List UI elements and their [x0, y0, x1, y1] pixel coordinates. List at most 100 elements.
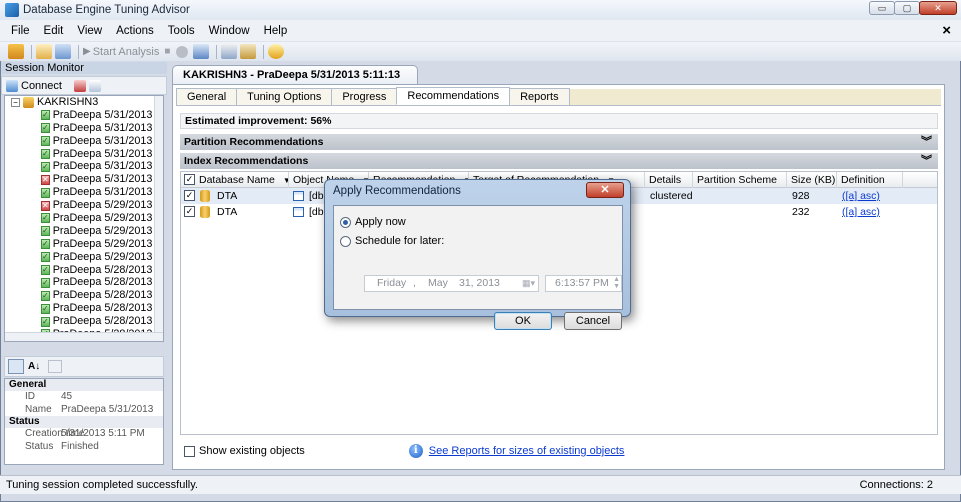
reports-link[interactable]: See Reports for sizes of existing object… [429, 445, 625, 457]
tab-general[interactable]: General [176, 88, 238, 105]
mdi-close-icon[interactable]: × [942, 20, 951, 42]
time-picker[interactable]: 6:13:57 PM ▲ ▼ [545, 275, 622, 292]
connect-icon[interactable] [6, 79, 18, 92]
collapse-icon[interactable]: − [11, 97, 20, 107]
minimize-button[interactable]: ▭ [869, 1, 895, 15]
refresh-icon[interactable] [88, 79, 101, 92]
tree-horizontal-scrollbar[interactable] [5, 332, 163, 341]
row-checkbox[interactable]: ✓ [184, 206, 195, 217]
column-header[interactable]: Partition Scheme [693, 172, 787, 188]
session-item[interactable]: ✓PraDeepa 5/28/2013 1:2 [5, 315, 163, 328]
menu-view[interactable]: View [70, 20, 109, 42]
column-header[interactable]: Size (KB) [787, 172, 837, 188]
tab-tuning-options[interactable]: Tuning Options [236, 88, 333, 105]
menu-tools[interactable]: Tools [161, 20, 202, 42]
time-spinner-icon[interactable]: ▲ ▼ [613, 276, 620, 290]
session-label: PraDeepa 5/29/2013 5:5 [52, 199, 164, 212]
session-label: PraDeepa 5/29/2013 1:0 [52, 250, 164, 263]
start-analysis-icon[interactable]: ▶ [83, 46, 91, 57]
schedule-option[interactable]: Schedule for later: [340, 235, 444, 247]
session-complete-icon: ✓ [41, 161, 50, 172]
menu-help[interactable]: Help [257, 20, 295, 42]
session-item[interactable]: ✓ PraDeepa 5/31/2013 12 [5, 148, 163, 161]
close-icon: ✕ [600, 184, 610, 196]
menu-file[interactable]: File [4, 20, 37, 42]
calendar-dropdown-icon[interactable]: ▦▾ [522, 276, 535, 291]
date-picker[interactable]: Friday , May 31, 2013 ▦▾ [364, 275, 539, 292]
definition-link[interactable]: ([a] asc) [842, 188, 880, 204]
session-item[interactable]: ✓ PraDeepa 5/29/2013 1:3 [5, 238, 163, 251]
dialog-close-button[interactable]: ✕ [586, 182, 624, 198]
session-complete-icon: ✓ [41, 110, 50, 121]
session-document-tab[interactable]: KAKRISHN3 - PraDeepa 5/31/2013 5:11:13 P… [172, 65, 418, 100]
column-header-label: Partition Scheme [697, 174, 777, 186]
category-status[interactable]: Status [5, 416, 163, 428]
start-analysis-button[interactable]: Start Analysis [93, 46, 160, 58]
session-item[interactable]: ✓ PraDeepa 5/31/2013 4:5 [5, 122, 163, 135]
show-existing-label[interactable]: Show existing objects [199, 445, 305, 457]
connect-button[interactable]: Connect [21, 80, 62, 92]
menu-edit[interactable]: Edit [37, 20, 71, 42]
cancel-button[interactable]: Cancel [564, 312, 622, 330]
bottom-options: Show existing objects i See Reports for … [180, 442, 938, 460]
apply-now-option[interactable]: Apply now [340, 216, 406, 228]
session-item[interactable]: ✓ PraDeepa 5/28/2013 3: [5, 302, 163, 315]
column-header[interactable]: Database Name▼ [195, 172, 289, 188]
session-item[interactable]: ✓ PraDeepa 5/28/2013 8:3 [5, 264, 163, 277]
maximize-button[interactable]: ▢ [894, 1, 920, 15]
tree-vertical-scrollbar[interactable] [154, 96, 163, 341]
close-window-button[interactable]: ✕ [919, 1, 957, 15]
session-monitor-icon[interactable] [8, 44, 24, 59]
property-pages-icon[interactable] [48, 360, 63, 373]
save-recommendations-icon[interactable] [193, 44, 210, 59]
session-item[interactable]: ✓ PraDeepa 5/29/2013 5:4 [5, 212, 163, 225]
ok-button[interactable]: OK [494, 312, 552, 330]
evaluate-recommendations-icon[interactable] [240, 44, 257, 59]
apply-recommendations-icon[interactable] [221, 44, 238, 59]
session-item[interactable]: ✓ PraDeepa 5/28/2013 8:2 [5, 289, 163, 302]
session-item[interactable]: ✓ PraDeepa 5/31/2013 11 [5, 160, 163, 173]
column-header-label: Size (KB) [791, 174, 836, 186]
session-tree[interactable]: − KAKRISHN3 ✓ PraDeepa 5/31/2013 5: ✓ PraDe… [4, 95, 164, 342]
header-select-all-checkbox[interactable]: ✓ [184, 174, 195, 185]
schedule-radio[interactable] [340, 235, 351, 247]
session-item[interactable]: ✓ PraDeepa 5/29/2013 1:0 [5, 251, 163, 264]
database-icon [200, 206, 210, 218]
partition-recommendations-header[interactable]: Partition Recommendations ︾ [180, 134, 938, 150]
disconnect-icon[interactable] [73, 79, 86, 92]
alphabetical-icon[interactable]: A↓ [28, 361, 40, 372]
tab-progress[interactable]: Progress [331, 88, 398, 105]
session-item[interactable]: ✓ PraDeepa 5/31/2013 5: [5, 109, 163, 122]
expand-chevron-icon[interactable]: ︾ [921, 134, 932, 150]
collapse-chevron-icon[interactable]: ︾ [921, 153, 932, 169]
menu-window[interactable]: Window [202, 20, 257, 42]
menu-actions[interactable]: Actions [109, 20, 161, 42]
column-header[interactable]: Details [645, 172, 693, 188]
category-general[interactable]: General [5, 379, 163, 391]
apply-now-radio[interactable] [340, 216, 351, 228]
index-recommendations-header[interactable]: Index Recommendations ︾ [180, 153, 938, 169]
tab-recommendations[interactable]: Recommendations [396, 87, 511, 105]
session-item[interactable]: ✓ PraDeepa 5/28/2013 8:2 [5, 276, 163, 289]
new-session-icon[interactable] [36, 44, 52, 59]
size-cell: 232 [792, 206, 810, 218]
session-item[interactable]: ✓ PraDeepa 5/29/2013 2: [5, 225, 163, 238]
categorized-icon[interactable] [8, 359, 24, 374]
stop-icon[interactable] [176, 45, 189, 58]
tree-root[interactable]: − KAKRISHN3 [5, 96, 163, 109]
tab-reports[interactable]: Reports [509, 88, 570, 105]
session-monitor-toolbar: Connect [1, 76, 167, 95]
column-header[interactable]: Definition [837, 172, 903, 188]
session-item[interactable]: ✕ PraDeepa 5/31/2013 11 [5, 173, 163, 186]
session-label: PraDeepa 5/31/2013 11 [52, 160, 164, 173]
session-item[interactable]: ✓ PraDeepa 5/31/2013 11 [5, 186, 163, 199]
session-item[interactable]: ✓ PraDeepa 5/31/2013 4:4 [5, 135, 163, 148]
open-session-icon[interactable] [55, 44, 71, 59]
row-checkbox[interactable]: ✓ [184, 190, 195, 201]
session-item[interactable]: ✕ PraDeepa 5/29/2013 5:5 [5, 199, 163, 212]
show-existing-checkbox[interactable] [184, 445, 195, 457]
help-icon[interactable] [268, 44, 285, 59]
session-label: PraDeepa 5/31/2013 5: [52, 108, 164, 121]
stop-analysis-icon[interactable]: ■ [164, 46, 170, 57]
definition-link[interactable]: ([a] asc) [842, 204, 880, 220]
